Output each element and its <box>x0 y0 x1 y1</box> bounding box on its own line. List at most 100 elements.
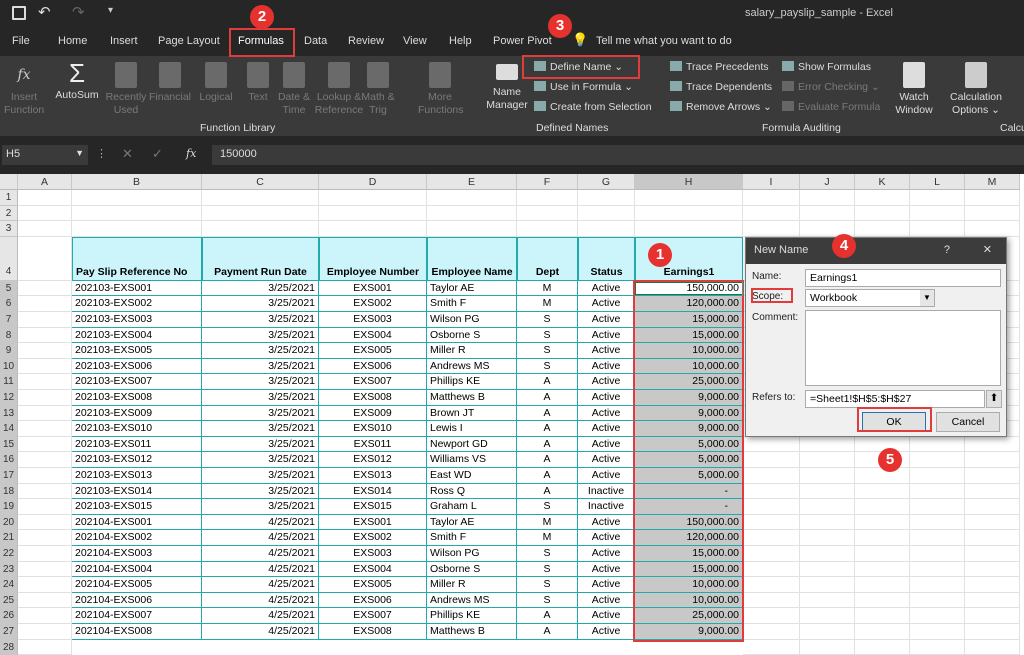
row-header[interactable]: 18 <box>0 483 18 500</box>
column-header-M[interactable]: M <box>965 174 1020 190</box>
table-cell[interactable]: EXS005 <box>319 343 427 359</box>
table-cell[interactable]: EXS007 <box>319 374 427 390</box>
table-cell[interactable]: 202103-EXS002 <box>72 296 202 312</box>
table-cell[interactable]: EXS008 <box>319 390 427 406</box>
cell[interactable] <box>855 577 910 593</box>
table-cell[interactable]: 202103-EXS009 <box>72 405 202 422</box>
cell[interactable] <box>910 546 965 562</box>
table-cell[interactable]: Andrews MS <box>427 358 517 375</box>
table-cell[interactable]: Ross Q <box>427 483 517 500</box>
table-cell[interactable]: 202104-EXS001 <box>72 514 202 531</box>
table-cell[interactable]: Active <box>578 624 635 640</box>
cell[interactable] <box>319 190 427 206</box>
table-cell[interactable]: Active <box>578 577 635 593</box>
cell[interactable] <box>855 483 910 500</box>
cell[interactable] <box>965 468 1020 484</box>
table-cell[interactable]: 4/25/2021 <box>202 561 319 578</box>
table-cell[interactable]: S <box>517 358 578 375</box>
column-header-cell[interactable]: Employee Name <box>427 236 517 281</box>
refers-to-input[interactable]: =Sheet1!$H$5:$H$27 <box>805 390 985 408</box>
column-header-B[interactable]: B <box>72 174 202 190</box>
table-cell[interactable]: 150,000.00 <box>635 280 743 297</box>
cell[interactable] <box>18 205 72 222</box>
cell[interactable] <box>427 205 517 222</box>
cell[interactable] <box>855 608 910 624</box>
row-header[interactable]: 4 <box>0 236 18 281</box>
table-cell[interactable]: 4/25/2021 <box>202 577 319 593</box>
error-checking-button[interactable]: Error Checking ⌄ <box>782 81 880 93</box>
table-cell[interactable]: 3/25/2021 <box>202 436 319 453</box>
table-cell[interactable]: Active <box>578 468 635 484</box>
table-cell[interactable]: 3/25/2021 <box>202 358 319 375</box>
row-header[interactable]: 25 <box>0 592 18 609</box>
cell[interactable] <box>18 374 72 390</box>
undo-icon[interactable]: ↶ <box>38 3 51 21</box>
table-cell[interactable]: EXS002 <box>319 296 427 312</box>
cell[interactable] <box>18 499 72 515</box>
table-cell[interactable]: M <box>517 514 578 531</box>
cell[interactable] <box>800 452 855 468</box>
table-cell[interactable]: Active <box>578 390 635 406</box>
cell[interactable] <box>910 561 965 578</box>
table-cell[interactable]: Brown JT <box>427 405 517 422</box>
column-header-J[interactable]: J <box>800 174 855 190</box>
table-cell[interactable]: M <box>517 280 578 297</box>
table-cell[interactable]: 202103-EXS011 <box>72 436 202 453</box>
row-header[interactable]: 19 <box>0 499 18 515</box>
row-header[interactable]: 26 <box>0 608 18 624</box>
evaluate-formula-button[interactable]: Evaluate Formula <box>782 101 880 113</box>
table-cell[interactable]: 202104-EXS007 <box>72 608 202 624</box>
table-cell[interactable]: 3/25/2021 <box>202 343 319 359</box>
table-cell[interactable]: Active <box>578 312 635 328</box>
cell[interactable] <box>965 561 1020 578</box>
cell[interactable] <box>910 190 965 206</box>
cell[interactable] <box>910 608 965 624</box>
cell[interactable] <box>965 205 1020 222</box>
cell[interactable] <box>910 530 965 546</box>
cell[interactable] <box>18 327 72 344</box>
cell[interactable] <box>18 577 72 593</box>
column-header-I[interactable]: I <box>743 174 800 190</box>
table-cell[interactable]: A <box>517 421 578 437</box>
cell[interactable] <box>743 483 800 500</box>
table-cell[interactable]: Osborne S <box>427 327 517 344</box>
save-icon[interactable] <box>12 6 26 20</box>
cell[interactable] <box>965 190 1020 206</box>
column-header-E[interactable]: E <box>427 174 517 190</box>
cell[interactable] <box>910 499 965 515</box>
table-cell[interactable]: S <box>517 499 578 515</box>
table-cell[interactable]: 4/25/2021 <box>202 514 319 531</box>
cell[interactable] <box>965 452 1020 468</box>
table-cell[interactable]: EXS009 <box>319 405 427 422</box>
cell[interactable] <box>965 483 1020 500</box>
cell[interactable] <box>18 452 72 468</box>
scope-select[interactable]: Workbook ▼ <box>805 289 935 307</box>
table-cell[interactable]: 4/25/2021 <box>202 546 319 562</box>
cell[interactable] <box>800 514 855 531</box>
cell[interactable] <box>578 190 635 206</box>
table-cell[interactable]: Smith F <box>427 296 517 312</box>
remove-arrows-button[interactable]: Remove Arrows ⌄ <box>670 101 772 113</box>
cell[interactable] <box>18 624 72 640</box>
cell[interactable] <box>743 499 800 515</box>
cell[interactable] <box>743 624 800 640</box>
autosum-button[interactable]: Σ AutoSum <box>52 60 102 102</box>
table-cell[interactable]: M <box>517 530 578 546</box>
table-cell[interactable]: 3/25/2021 <box>202 374 319 390</box>
table-cell[interactable]: EXS004 <box>319 561 427 578</box>
table-cell[interactable]: A <box>517 452 578 468</box>
table-cell[interactable]: EXS001 <box>319 280 427 297</box>
table-cell[interactable]: A <box>517 624 578 640</box>
row-header[interactable]: 15 <box>0 436 18 453</box>
cell[interactable] <box>910 483 965 500</box>
cell[interactable] <box>18 592 72 609</box>
name-input[interactable]: Earnings1 <box>805 269 1001 287</box>
table-cell[interactable]: Active <box>578 358 635 375</box>
cell[interactable] <box>635 221 743 237</box>
enter-icon[interactable]: ✓ <box>152 146 163 162</box>
table-cell[interactable]: Inactive <box>578 499 635 515</box>
table-cell[interactable]: EXS012 <box>319 452 427 468</box>
table-cell[interactable]: 3/25/2021 <box>202 296 319 312</box>
cell[interactable] <box>72 190 202 206</box>
cell[interactable] <box>910 221 965 237</box>
